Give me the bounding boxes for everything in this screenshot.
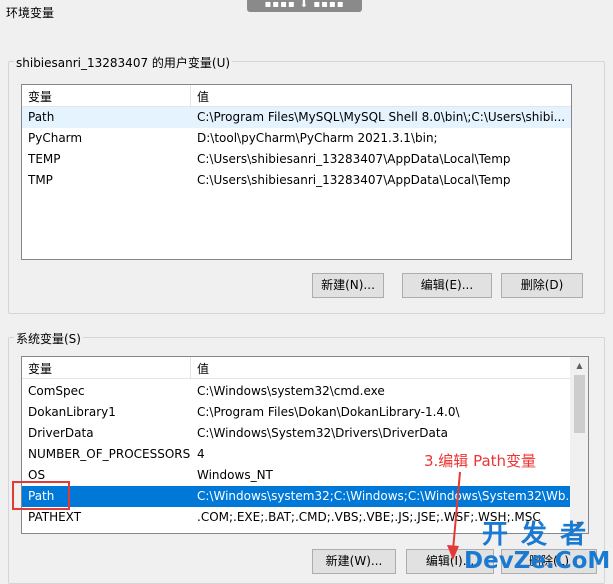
var-name: NUMBER_OF_PROCESSORS — [28, 447, 191, 461]
sys-new-button[interactable]: 新建(W)... — [312, 549, 396, 574]
list-item[interactable]: ComSpec C:\Windows\system32\cmd.exe — [22, 381, 570, 402]
column-divider[interactable] — [190, 85, 191, 106]
watermark-line2: DevZe.CoM — [464, 548, 611, 574]
var-name: Path — [28, 110, 55, 124]
col-value-header[interactable]: 值 — [197, 360, 209, 377]
var-value: Windows_NT — [197, 468, 273, 482]
user-vars-list: 变量 值 Path C:\Program Files\MySQL\MySQL S… — [21, 84, 572, 260]
annotation-label: 3.编辑 Path变量 — [424, 452, 537, 470]
list-item[interactable]: Path C:\Program Files\MySQL\MySQL Shell … — [22, 107, 571, 128]
column-divider[interactable] — [190, 357, 191, 378]
var-name: DriverData — [28, 426, 94, 440]
var-name: TMP — [28, 173, 53, 187]
var-value: C:\Windows\System32\Drivers\DriverData — [197, 426, 448, 440]
sys-vars-legend: 系统变量(S) — [14, 330, 83, 347]
vertical-scrollbar[interactable]: ▲ ▼ — [570, 357, 588, 533]
sys-vars-header: 变量 值 — [22, 357, 588, 379]
col-variable-header[interactable]: 变量 — [28, 88, 52, 105]
var-name: PATHEXT — [28, 510, 82, 524]
var-value: C:\Windows\system32\cmd.exe — [197, 384, 385, 398]
watermark-line1: 开 发 者 — [482, 520, 589, 550]
var-value: 4 — [197, 447, 205, 461]
var-value: C:\Program Files\MySQL\MySQL Shell 8.0\b… — [197, 110, 566, 124]
sys-vars-list: 变量 值 ComSpec C:\Windows\system32\cmd.exe… — [21, 356, 589, 534]
highlight-box — [12, 481, 70, 510]
list-item[interactable]: TEMP C:\Users\shibiesanri_13283407\AppDa… — [22, 149, 571, 170]
list-item[interactable]: DriverData C:\Windows\System32\Drivers\D… — [22, 423, 570, 444]
window-title: 环境变量 — [6, 6, 55, 20]
list-item[interactable]: DokanLibrary1 C:\Program Files\Dokan\Dok… — [22, 402, 570, 423]
list-item[interactable]: TMP C:\Users\shibiesanri_13283407\AppDat… — [22, 170, 571, 191]
scroll-up-icon[interactable]: ▲ — [571, 357, 588, 374]
var-name: PyCharm — [28, 131, 83, 145]
var-value: C:\Users\shibiesanri_13283407\AppData\Lo… — [197, 173, 511, 187]
col-value-header[interactable]: 值 — [197, 88, 209, 105]
var-name: TEMP — [28, 152, 61, 166]
var-value: C:\Program Files\Dokan\DokanLibrary-1.4.… — [197, 405, 460, 419]
watermark-logo: 开 发 者 DevZe.CoM — [464, 514, 610, 582]
user-vars-header: 变量 值 — [22, 85, 571, 107]
var-name: DokanLibrary1 — [28, 405, 116, 419]
list-item[interactable]: PyCharm D:\tool\pyCharm\PyCharm 2021.3.1… — [22, 128, 571, 149]
scrollbar-thumb[interactable] — [574, 375, 585, 433]
user-edit-button[interactable]: 编辑(E)... — [402, 273, 492, 298]
var-value: D:\tool\pyCharm\PyCharm 2021.3.1\bin; — [197, 131, 438, 145]
user-delete-button[interactable]: 删除(D) — [501, 273, 583, 298]
col-variable-header[interactable]: 变量 — [28, 360, 52, 377]
user-new-button[interactable]: 新建(N)... — [312, 273, 384, 298]
var-value: C:\Windows\system32;C:\Windows;C:\Window… — [197, 489, 577, 503]
drag-handle-icon[interactable]: ▪▪▪▪ ⬇ ▪▪▪▪ — [247, 0, 362, 12]
list-item-selected[interactable]: Path C:\Windows\system32;C:\Windows;C:\W… — [22, 486, 577, 507]
var-value: C:\Users\shibiesanri_13283407\AppData\Lo… — [197, 152, 511, 166]
var-name: ComSpec — [28, 384, 85, 398]
user-vars-legend: shibiesanri_13283407 的用户变量(U) — [14, 54, 233, 71]
